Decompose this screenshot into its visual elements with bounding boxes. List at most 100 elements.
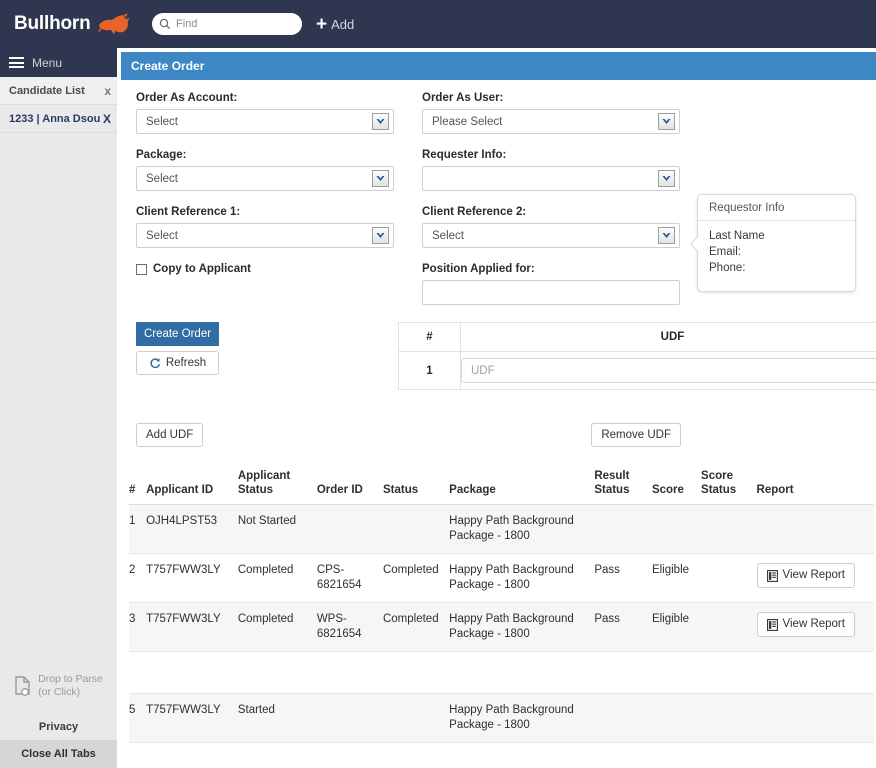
close-all-tabs-button[interactable]: Close All Tabs (0, 740, 117, 768)
results-header-row: # Applicant ID Applicant Status Order ID… (129, 465, 874, 505)
chevron-down-icon[interactable] (658, 227, 675, 244)
copy-to-applicant-checkbox[interactable] (136, 264, 147, 275)
copy-to-applicant-row: Copy to Applicant (136, 263, 251, 275)
package-select[interactable]: Select (136, 166, 394, 191)
cell-order-id (317, 694, 383, 743)
chevron-down-icon[interactable] (372, 170, 389, 187)
chevron-down-icon[interactable] (372, 227, 389, 244)
privacy-link[interactable]: Privacy (0, 714, 117, 740)
popup-last-name: Last Name (709, 228, 855, 244)
cell-applicant-status: Started (238, 694, 317, 743)
field-requester-info: Requester Info: (422, 149, 680, 191)
cell-applicant-id (146, 652, 238, 694)
header-score-status: Score Status (701, 465, 757, 505)
table-row[interactable]: 3 T757FWW3LY Completed WPS-6821654 Compl… (129, 603, 874, 652)
create-order-button[interactable]: Create Order (136, 322, 219, 346)
cell-score-status (701, 652, 757, 694)
brand-logo[interactable]: Bullhorn (0, 0, 130, 48)
cell-number: 5 (129, 694, 146, 743)
add-button[interactable]: + Add (316, 17, 354, 32)
cell-score: Eligible (652, 554, 701, 603)
popup-email: Email: (709, 244, 855, 260)
cell-status: Completed (383, 554, 449, 603)
view-report-button[interactable]: View Report (757, 563, 855, 588)
order-as-user-select[interactable]: Please Select (422, 109, 680, 134)
chevron-down-icon[interactable] (658, 113, 675, 130)
field-client-reference-2: Client Reference 2: Select (422, 206, 680, 248)
position-applied-for-input[interactable] (422, 280, 680, 305)
field-package: Package: Select (136, 149, 394, 191)
copy-to-applicant-label: Copy to Applicant (153, 263, 251, 275)
search-input[interactable]: Find (152, 13, 302, 35)
bull-logo-icon (97, 12, 131, 36)
brand-name: Bullhorn (14, 13, 91, 35)
add-udf-button[interactable]: Add UDF (136, 423, 203, 447)
menu-toggle[interactable]: Menu (0, 48, 117, 77)
close-icon[interactable]: x (104, 84, 111, 98)
remove-udf-button[interactable]: Remove UDF (591, 423, 681, 447)
cell-package: Happy Path Background Package - 1800 (449, 505, 594, 554)
refresh-button[interactable]: Refresh (136, 351, 219, 375)
header-order-id: Order ID (317, 465, 383, 505)
requestor-info-popup: Requestor Info Last Name Email: Phone: (697, 194, 856, 292)
table-row[interactable]: 1 OJH4LPST53 Not Started Happy Path Back… (129, 505, 874, 554)
table-row[interactable]: 5 T757FWW3LY Started Happy Path Backgrou… (129, 694, 874, 743)
chevron-down-icon[interactable] (658, 170, 675, 187)
cell-applicant-id: T757FWW3LY (146, 694, 238, 743)
cell-package: Happy Path Background Package - 1800 (449, 603, 594, 652)
field-label: Position Applied for: (422, 263, 680, 275)
close-icon[interactable]: X (103, 112, 111, 126)
sidebar-tab-candidate-record[interactable]: 1233 | Anna Dsouz.. X (0, 105, 117, 133)
field-label: Package: (136, 149, 394, 161)
udf-table: # UDF 1 UDF (398, 322, 876, 390)
plus-icon: + (316, 18, 327, 31)
drop-to-parse-zone[interactable]: Drop to Parse (or Click) (0, 664, 117, 708)
table-row[interactable] (129, 652, 874, 694)
popup-phone: Phone: (709, 260, 855, 276)
udf-input[interactable]: UDF (461, 358, 876, 383)
table-row[interactable]: 2 T757FWW3LY Completed CPS-6821654 Compl… (129, 554, 874, 603)
left-sidebar: Menu Candidate List x 1233 | Anna Dsouz.… (0, 48, 117, 768)
cell-applicant-status (238, 652, 317, 694)
cell-applicant-id: T757FWW3LY (146, 603, 238, 652)
order-as-account-select[interactable]: Select (136, 109, 394, 134)
header-status: Status (383, 465, 449, 505)
cell-applicant-status: Completed (238, 603, 317, 652)
cell-applicant-id: OJH4LPST53 (146, 505, 238, 554)
cell-score-status (701, 554, 757, 603)
cell-result-status (594, 652, 652, 694)
menu-label: Menu (32, 56, 62, 70)
cell-applicant-id: T757FWW3LY (146, 554, 238, 603)
cell-applicant-status: Not Started (238, 505, 317, 554)
cell-result-status (594, 505, 652, 554)
cell-status (383, 694, 449, 743)
cell-score-status (701, 505, 757, 554)
udf-header-udf: UDF (461, 323, 876, 352)
popup-body: Last Name Email: Phone: (698, 221, 855, 276)
create-order-form: Order As Account: Select Package: Select (121, 80, 876, 102)
cell-package (449, 652, 594, 694)
cell-score-status (701, 603, 757, 652)
client-reference-1-select[interactable]: Select (136, 223, 394, 248)
cell-status (383, 652, 449, 694)
drop-parse-line-1: Drop to Parse (38, 673, 103, 685)
select-value: Select (137, 116, 372, 128)
udf-header-number: # (399, 323, 461, 352)
requester-info-select[interactable] (422, 166, 680, 191)
cell-score: Eligible (652, 603, 701, 652)
cell-score (652, 652, 701, 694)
view-report-button[interactable]: View Report (757, 612, 855, 637)
cell-report: View Report (757, 603, 874, 652)
cell-report (757, 505, 874, 554)
cell-applicant-status: Completed (238, 554, 317, 603)
field-label: Requester Info: (422, 149, 680, 161)
sidebar-tab-candidate-list[interactable]: Candidate List x (0, 77, 117, 105)
cell-order-id (317, 652, 383, 694)
cell-order-id (317, 505, 383, 554)
header-applicant-status: Applicant Status (238, 465, 317, 505)
client-reference-2-select[interactable]: Select (422, 223, 680, 248)
chevron-down-icon[interactable] (372, 113, 389, 130)
select-value: Select (423, 230, 658, 242)
field-label: Client Reference 1: (136, 206, 394, 218)
cell-number: 2 (129, 554, 146, 603)
